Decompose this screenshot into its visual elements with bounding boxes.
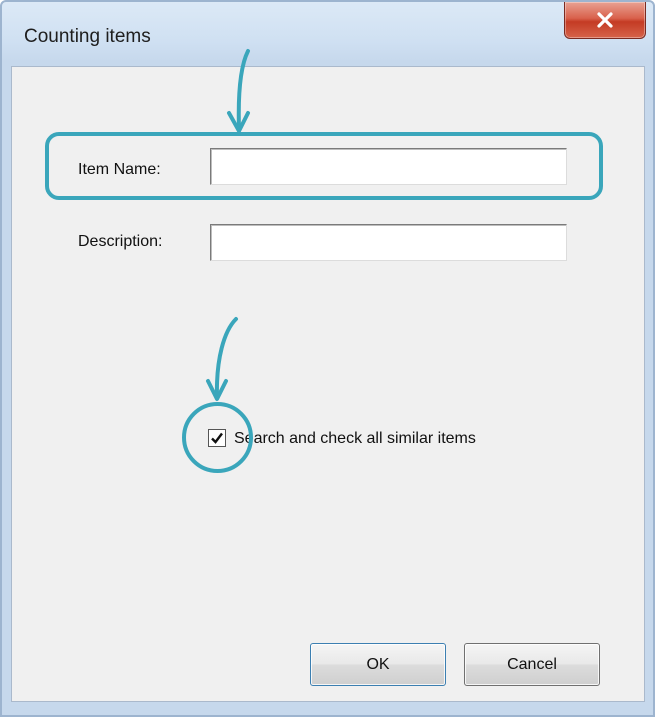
arrow-down-icon [227,49,250,133]
similar-items-label: Search and check all similar items [234,430,476,447]
item-name-input[interactable] [210,148,567,185]
dialog-client-area: Item Name: Description: Search and check… [11,49,645,702]
close-icon [597,12,613,28]
ok-button[interactable]: OK [310,643,446,686]
similar-items-checkbox[interactable] [208,429,226,447]
title-bar[interactable]: Counting items [2,2,653,60]
arrow-down-icon [206,317,238,401]
dialog-window: Counting items Item Name: Description: S… [0,0,655,717]
window-title: Counting items [24,26,151,47]
cancel-button[interactable]: Cancel [464,643,600,686]
close-button[interactable] [564,2,646,39]
item-name-label: Item Name: [78,161,161,178]
description-input[interactable] [210,224,567,261]
description-label: Description: [78,233,163,250]
checkmark-icon [211,432,223,444]
